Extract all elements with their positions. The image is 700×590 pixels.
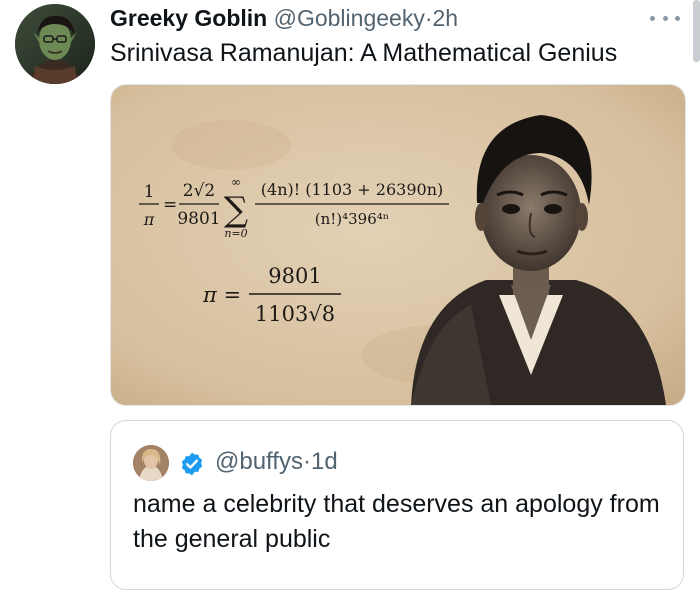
post-time[interactable]: 2h [433, 5, 459, 31]
quoted-author-handle[interactable]: @buffys [215, 448, 303, 475]
quoted-author-avatar[interactable] [133, 445, 169, 481]
f2-num: 9801 [268, 264, 321, 288]
f1-coef-num: 2√2 [183, 181, 215, 201]
f1-sum-lower: n=0 [224, 227, 247, 240]
f2-lhs: π = [202, 283, 241, 307]
f1-equals: = [163, 195, 177, 215]
quoted-post-time[interactable]: 1d [311, 448, 338, 475]
quoted-post-text: name a celebrity that deserves an apolog… [133, 490, 660, 553]
f1-term-den: (n!)⁴396⁴ⁿ [315, 210, 390, 228]
f1-lhs-den: π [143, 210, 155, 229]
author-name[interactable]: Greeky Goblin [110, 5, 267, 31]
f1-term-num: (4n)! (1103 + 26390n) [261, 180, 443, 199]
verified-badge-icon [179, 451, 205, 477]
quoted-post-card[interactable]: @buffys·1d name a celebrity that deserve… [110, 420, 684, 590]
post-text: Srinivasa Ramanujan: A Mathematical Geni… [110, 39, 618, 67]
quoted-post-header: @buffys·1d [215, 447, 338, 477]
post-header: Greeky Goblin @Goblingeeky·2h [110, 4, 458, 32]
more-horizontal-icon[interactable] [650, 10, 680, 26]
author-handle[interactable]: @Goblingeeky [274, 5, 425, 31]
f1-sum-upper: ∞ [231, 175, 241, 189]
f1-lhs-num: 1 [144, 182, 155, 202]
f1-sum-sign: ∑ [224, 190, 248, 230]
scrollbar[interactable] [693, 0, 700, 62]
author-avatar[interactable] [15, 4, 95, 84]
header-separator: · [424, 5, 433, 31]
f2-den: 1103√8 [255, 302, 335, 326]
post-media-image[interactable]: 1 π = 2√2 9801 ∞ ∑ n=0 (4n)! (1103 + 263… [110, 84, 686, 406]
quoted-separator: · [302, 448, 311, 475]
f1-coef-den: 9801 [177, 209, 220, 229]
